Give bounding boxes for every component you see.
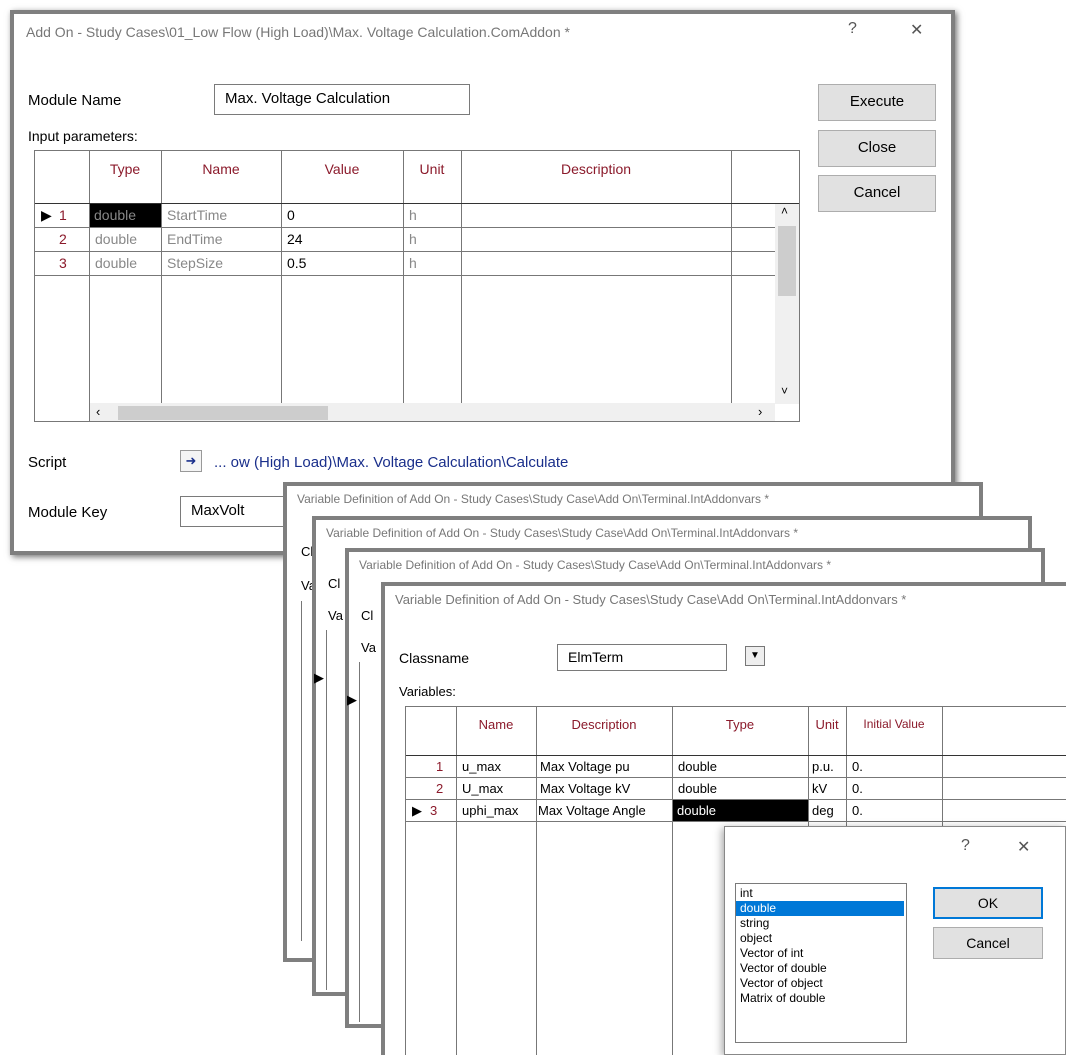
scroll-down-icon[interactable]: ˅ xyxy=(781,384,788,398)
type-option-string[interactable]: string xyxy=(736,916,906,931)
close-icon[interactable]: ✕ xyxy=(910,20,923,40)
column-header-description[interactable]: Description xyxy=(536,717,672,732)
classname-label-fragment: Cl xyxy=(361,608,374,623)
table-edge xyxy=(359,662,377,1022)
ok-button[interactable]: OK xyxy=(933,887,1043,919)
scroll-left-icon[interactable]: ‹ xyxy=(96,404,100,419)
unit-cell[interactable]: kV xyxy=(812,781,827,796)
type-option-int[interactable]: int xyxy=(736,886,906,901)
column-header-initial-value[interactable]: Initial Value xyxy=(846,717,942,731)
variables-label-fragment: Va xyxy=(361,640,376,655)
help-icon[interactable]: ? xyxy=(848,20,857,38)
dialog-title: Variable Definition of Add On - Study Ca… xyxy=(297,492,770,506)
scrollbar-thumb[interactable] xyxy=(778,226,796,296)
script-path[interactable]: ... ow (High Load)\Max. Voltage Calculat… xyxy=(214,454,568,471)
row-number: 1 xyxy=(59,207,67,223)
column-header-name[interactable]: Name xyxy=(161,161,281,177)
type-option-matrix-of-double[interactable]: Matrix of double xyxy=(736,991,906,1006)
scrollbar-thumb[interactable] xyxy=(118,406,328,420)
column-header-description[interactable]: Description xyxy=(461,161,731,177)
type-option-vector-of-int[interactable]: Vector of int xyxy=(736,946,906,961)
value-cell[interactable]: 24 xyxy=(287,231,303,247)
script-label: Script xyxy=(28,454,67,471)
row-selected-marker: ▶ xyxy=(412,803,422,818)
column-header-type[interactable]: Type xyxy=(89,161,161,177)
scroll-right-icon[interactable]: › xyxy=(758,404,762,419)
unit-cell[interactable]: h xyxy=(409,255,417,271)
type-option-object[interactable]: object xyxy=(736,931,906,946)
horizontal-scrollbar[interactable]: ‹ › xyxy=(90,403,775,421)
classname-field[interactable]: ElmTerm xyxy=(557,644,727,671)
type-option-double-selected[interactable]: double xyxy=(736,901,904,916)
add-on-dialog: Add On - Study Cases\01_Low Flow (High L… xyxy=(10,10,955,555)
description-cell[interactable]: Max Voltage Angle xyxy=(538,803,646,818)
type-cell[interactable]: double xyxy=(95,255,137,271)
initial-value-cell[interactable]: 0. xyxy=(852,781,863,796)
row-number: 1 xyxy=(436,759,444,774)
row-number: 3 xyxy=(59,255,67,271)
column-header-type[interactable]: Type xyxy=(672,717,808,732)
name-cell[interactable]: U_max xyxy=(462,781,503,796)
vertical-scrollbar[interactable]: ˄ ˅ xyxy=(775,204,799,404)
type-option-vector-of-double[interactable]: Vector of double xyxy=(736,961,906,976)
column-header-unit[interactable]: Unit xyxy=(808,717,846,732)
unit-cell[interactable]: h xyxy=(409,207,417,223)
column-header-value[interactable]: Value xyxy=(281,161,403,177)
name-cell[interactable]: uphi_max xyxy=(462,803,518,818)
classname-dropdown-button[interactable]: ▼ xyxy=(745,646,765,666)
module-key-label: Module Key xyxy=(28,504,108,521)
classname-label-fragment: Cl xyxy=(328,576,341,591)
row-selected-marker: ▶ xyxy=(347,692,357,707)
row-number: 2 xyxy=(436,781,444,796)
row-number: 3 xyxy=(430,803,438,818)
type-cell[interactable]: double xyxy=(678,759,717,774)
column-header-unit[interactable]: Unit xyxy=(403,161,461,177)
unit-cell[interactable]: p.u. xyxy=(812,759,834,774)
scroll-up-icon[interactable]: ˄ xyxy=(781,204,788,218)
name-cell[interactable]: StepSize xyxy=(167,255,223,271)
module-name-label: Module Name xyxy=(28,92,122,109)
unit-cell[interactable]: h xyxy=(409,231,417,247)
row-number: 2 xyxy=(59,231,67,247)
input-parameters-table: Type Name Value Unit Description ▶ 1 dou… xyxy=(34,150,800,422)
close-icon[interactable]: ✕ xyxy=(1017,837,1030,857)
name-cell[interactable]: u_max xyxy=(462,759,501,774)
initial-value-cell[interactable]: 0. xyxy=(852,759,863,774)
cancel-button[interactable]: Cancel xyxy=(818,175,936,212)
type-cell[interactable]: double xyxy=(95,231,137,247)
module-name-field[interactable]: Max. Voltage Calculation xyxy=(214,84,470,115)
help-icon[interactable]: ? xyxy=(961,837,970,855)
execute-button[interactable]: Execute xyxy=(818,84,936,121)
description-cell[interactable]: Max Voltage kV xyxy=(540,781,630,796)
variables-label-fragment: Va xyxy=(328,608,343,623)
classname-label: Classname xyxy=(399,650,470,666)
row-selected-marker: ▶ xyxy=(41,207,52,223)
description-cell[interactable]: Max Voltage pu xyxy=(540,759,630,774)
close-button[interactable]: Close xyxy=(818,130,936,167)
dialog-title: Variable Definition of Add On - Study Ca… xyxy=(326,526,799,540)
cancel-button[interactable]: Cancel xyxy=(933,927,1043,959)
dialog-title: Variable Definition of Add On - Study Ca… xyxy=(395,592,907,607)
script-arrow-icon[interactable]: ➜ xyxy=(180,450,202,472)
table-edge xyxy=(326,630,344,990)
value-cell[interactable]: 0.5 xyxy=(287,255,306,271)
input-parameters-label: Input parameters: xyxy=(28,128,138,144)
unit-cell[interactable]: deg xyxy=(812,803,834,818)
row-selected-marker: ▶ xyxy=(314,670,324,685)
name-cell[interactable]: StartTime xyxy=(167,207,227,223)
type-cell-editing[interactable]: double xyxy=(673,800,808,821)
name-cell[interactable]: EndTime xyxy=(167,231,223,247)
dialog-title: Variable Definition of Add On - Study Ca… xyxy=(359,558,832,572)
dialog-title: Add On - Study Cases\01_Low Flow (High L… xyxy=(26,24,570,40)
type-option-vector-of-object[interactable]: Vector of object xyxy=(736,976,906,991)
initial-value-cell[interactable]: 0. xyxy=(852,803,863,818)
type-cell[interactable]: double xyxy=(90,204,161,227)
type-selection-popup: ? ✕ int double string object Vector of i… xyxy=(724,826,1066,1055)
type-listbox[interactable]: int double string object Vector of int V… xyxy=(735,883,907,1043)
value-cell[interactable]: 0 xyxy=(287,207,295,223)
chevron-down-icon: ▼ xyxy=(750,650,760,661)
variables-label: Variables: xyxy=(399,684,456,699)
type-cell[interactable]: double xyxy=(678,781,717,796)
column-header-name[interactable]: Name xyxy=(456,717,536,732)
